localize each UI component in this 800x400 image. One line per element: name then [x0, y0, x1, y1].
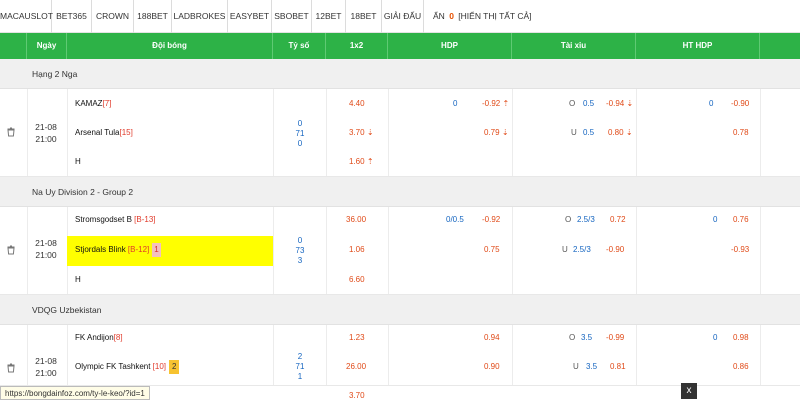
odds-draw[interactable]: 6.60	[349, 273, 365, 287]
tab-12bet[interactable]: 12BET	[312, 0, 346, 33]
tab-easybet[interactable]: EASYBET	[228, 0, 272, 33]
tab-bet365[interactable]: BET365	[52, 0, 92, 33]
odds-away[interactable]: 26.00	[346, 360, 366, 374]
ou-line-2: 3.5	[586, 362, 598, 371]
league-row: VDQG Uzbekistan	[0, 295, 800, 325]
ht-line: 0	[713, 215, 718, 224]
show-all-link[interactable]: [HIỂN THỊ TẤT CẢ]	[458, 11, 531, 21]
odds-draw[interactable]: 3.70	[349, 391, 365, 400]
ht-home[interactable]: -0.90	[731, 97, 749, 111]
away-team[interactable]: Stjordals Blink [B-12] 1	[75, 243, 161, 257]
league-row: Hạng 2 Nga	[0, 59, 800, 89]
ou-u: U	[573, 362, 579, 371]
ou-o: O	[569, 99, 576, 108]
odds-away[interactable]: 3.70 ⇣	[349, 126, 374, 140]
ht-line: 0	[709, 99, 714, 108]
hdp-away[interactable]: 0.90	[484, 360, 500, 374]
ou-away[interactable]: 0.81	[610, 360, 626, 374]
ht-line: 0	[713, 333, 718, 342]
ht-home[interactable]: 0.98	[733, 331, 749, 345]
match-row: 21-08 21:00 Stromsgodset B [B-13] Stjorda…	[0, 207, 800, 295]
away-team[interactable]: Olympic FK Tashkent [10] 2	[75, 360, 180, 374]
header-ht-hdp: HT HDP	[636, 33, 760, 59]
ou-line-2: 0.5	[583, 128, 595, 137]
hidden-count: 0	[449, 11, 454, 21]
ht-home[interactable]: 0.76	[733, 213, 749, 227]
ht-away[interactable]: 0.86	[733, 360, 749, 374]
league-name: Na Uy Division 2 - Group 2	[32, 187, 134, 197]
league-row: Na Uy Division 2 - Group 2	[0, 177, 800, 207]
table-header: Ngày Đội bóng Tỷ số 1x2 HDP Tài xỉu HT H…	[0, 33, 800, 59]
header-over-under: Tài xỉu	[512, 33, 636, 59]
match-date: 21-08 21:00	[35, 356, 57, 378]
hidden-label: ẨN	[433, 11, 445, 21]
ou-away[interactable]: 0.80 ⇣	[608, 126, 633, 140]
match-date: 21-08 21:00	[35, 238, 57, 260]
ou-home[interactable]: -0.99	[606, 331, 624, 345]
bookmaker-tabs: MACAUSLOT BET365 CROWN 188BET LADBROKES …	[0, 0, 800, 33]
home-team[interactable]: KAMAZ[7]	[75, 97, 111, 111]
home-team[interactable]: Stromsgodset B [B-13]	[75, 213, 156, 227]
tab-18bet[interactable]: 18BET	[346, 0, 382, 33]
trash-icon[interactable]	[6, 127, 16, 137]
header-date: Ngày	[27, 33, 67, 59]
match-score: 0 71 0	[295, 119, 305, 148]
hdp-away[interactable]: 0.75	[484, 243, 500, 257]
ou-u: U	[562, 245, 568, 254]
header-spacer-right	[760, 33, 800, 59]
draw-label: H	[75, 275, 81, 284]
red-card-badge: 1	[152, 243, 161, 257]
home-team[interactable]: FK Andijon[8]	[75, 331, 123, 345]
league-name: VDQG Uzbekistan	[32, 305, 102, 315]
odds-home[interactable]: 1.23	[349, 331, 365, 345]
hdp-home[interactable]: -0.92 ⇡	[482, 97, 509, 111]
header-score: Tỷ số	[273, 33, 326, 59]
ou-o: O	[569, 333, 576, 342]
ou-line: 2.5/3	[577, 215, 595, 224]
ou-u: U	[571, 128, 577, 137]
ou-line-2: 2.5/3	[573, 245, 591, 254]
hdp-line: 0	[453, 99, 458, 108]
ht-away[interactable]: -0.93	[731, 243, 749, 257]
odds-home[interactable]: 4.40	[349, 97, 365, 111]
tab-sbobet[interactable]: SBOBET	[272, 0, 312, 33]
tab-188bet[interactable]: 188BET	[134, 0, 172, 33]
tab-crown[interactable]: CROWN	[92, 0, 134, 33]
match-row: 21-08 21:00 FK Andijon[8] Olympic FK Tash…	[0, 325, 800, 386]
tab-macauslot[interactable]: MACAUSLOT	[0, 0, 53, 33]
trash-icon[interactable]	[6, 363, 16, 373]
hdp-home[interactable]: 0.94	[484, 331, 500, 345]
league-name: Hạng 2 Nga	[32, 69, 78, 79]
header-teams: Đội bóng	[67, 33, 273, 59]
ou-line: 3.5	[581, 333, 593, 342]
header-hdp: HDP	[388, 33, 512, 59]
yellow-card-badge: 2	[169, 360, 180, 374]
match-score: 0 73 3	[295, 236, 305, 265]
odds-draw[interactable]: 1.60 ⇡	[349, 155, 374, 169]
ou-o: O	[565, 215, 572, 224]
match-date: 21-08 21:00	[35, 122, 57, 144]
tab-ladbrokes[interactable]: LADBROKES	[172, 0, 228, 33]
ou-home[interactable]: 0.72	[610, 213, 626, 227]
hdp-line: 0/0.5	[446, 215, 464, 224]
draw-label: H	[75, 157, 81, 166]
ht-away[interactable]: 0.78	[733, 126, 749, 140]
odds-home[interactable]: 36.00	[346, 213, 366, 227]
ou-home[interactable]: -0.94 ⇣	[606, 97, 633, 111]
header-1x2: 1x2	[326, 33, 388, 59]
ou-away[interactable]: -0.90	[606, 243, 624, 257]
hdp-away[interactable]: 0.79 ⇣	[484, 126, 509, 140]
hdp-home[interactable]: -0.92	[482, 213, 500, 227]
hidden-matches: ẨN 0 [HIỂN THỊ TẤT CẢ]	[433, 0, 532, 33]
tab-giai-dau[interactable]: GIẢI ĐẤU	[382, 0, 424, 33]
status-bar-url: https://bongdainfoz.com/ty-le-keo/?id=1	[0, 386, 150, 400]
trash-icon[interactable]	[6, 245, 16, 255]
header-spacer	[0, 33, 27, 59]
ou-line: 0.5	[583, 99, 595, 108]
odds-away[interactable]: 1.06	[349, 243, 365, 257]
match-row: 21-08 21:00 KAMAZ[7] Arsenal Tula[15] H 0…	[0, 89, 800, 177]
close-button[interactable]: x	[681, 383, 697, 399]
away-team[interactable]: Arsenal Tula[15]	[75, 126, 133, 140]
match-score: 2 71 1	[295, 352, 305, 381]
